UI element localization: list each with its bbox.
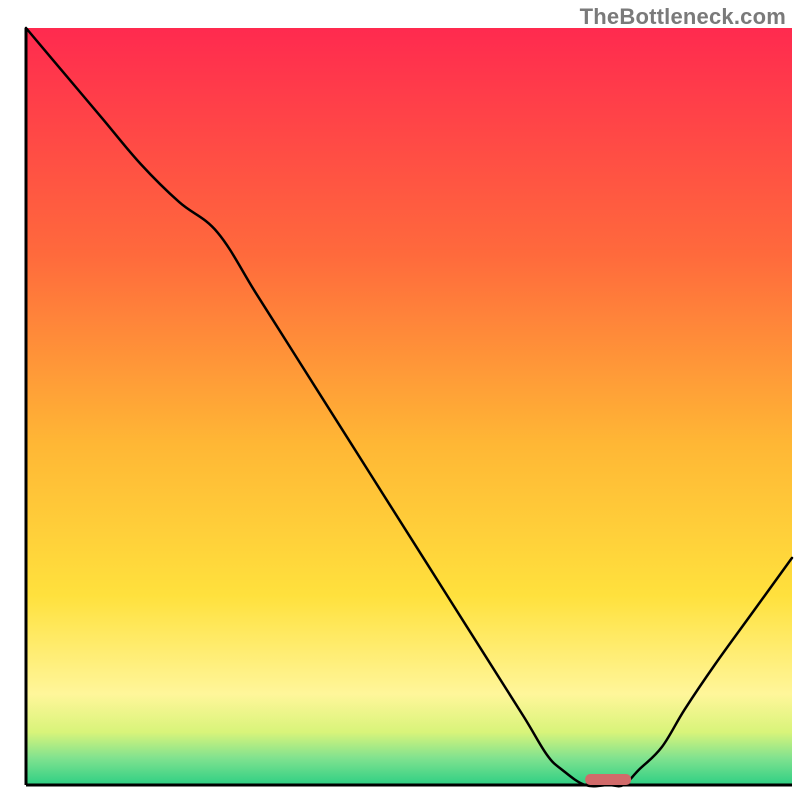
bottleneck-chart [0,0,800,800]
watermark-text: TheBottleneck.com [580,4,786,30]
chart-frame: TheBottleneck.com [0,0,800,800]
plot-background [26,28,792,785]
optimal-marker [585,774,631,785]
